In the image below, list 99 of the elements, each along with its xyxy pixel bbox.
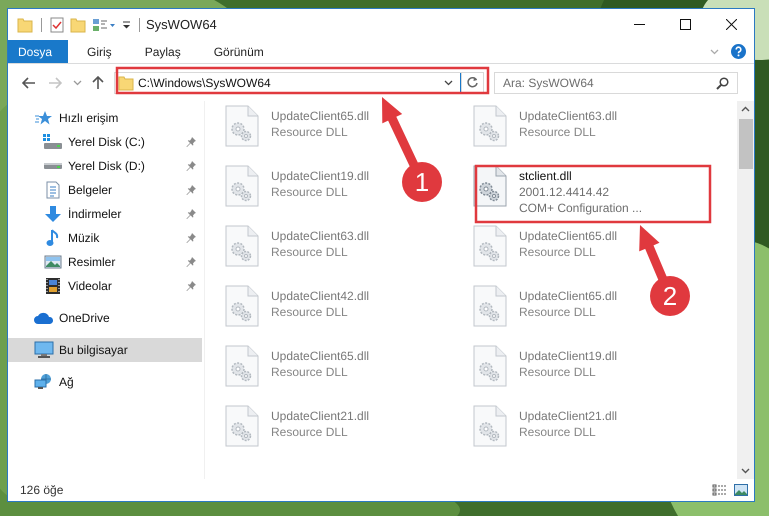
file-icon[interactable] (225, 345, 259, 387)
right-arrow-icon[interactable] (48, 76, 62, 88)
computer-icon (34, 341, 54, 359)
minimize-icon[interactable] (634, 24, 644, 25)
close-icon[interactable] (726, 19, 736, 30)
downloads-icon (44, 205, 62, 223)
file-detail: Resource DLL (519, 364, 597, 380)
properties-icon[interactable] (50, 16, 64, 32)
scrollbar[interactable] (737, 101, 754, 479)
new-folder-icon[interactable] (70, 16, 86, 32)
large-icons-view-icon[interactable] (734, 484, 748, 496)
file-detail: Resource DLL (271, 124, 349, 140)
file-icon[interactable] (225, 225, 259, 267)
sidebar-item[interactable]: Yerel Disk (C:) (8, 130, 202, 154)
search-field[interactable]: Ara: SysWOW64 (494, 72, 738, 94)
network-icon (34, 373, 54, 391)
view-dropdown-icon[interactable] (92, 18, 116, 32)
ribbon-tab[interactable]: Paylaş (130, 40, 195, 63)
sidebar-item[interactable]: Belgeler (8, 178, 202, 202)
sidebar-item[interactable]: Videolar (8, 274, 202, 298)
pin-icon[interactable] (186, 280, 196, 292)
file-detail: Resource DLL (519, 124, 597, 140)
pin-icon[interactable] (186, 136, 196, 148)
star-icon (35, 110, 53, 126)
file-detail: Resource DLL (271, 364, 349, 380)
maximize-icon[interactable] (680, 19, 690, 30)
file-name[interactable]: UpdateClient65.dll (519, 228, 618, 244)
scroll-down-icon[interactable] (741, 468, 750, 474)
ribbon-tab[interactable]: Görünüm (200, 40, 278, 63)
file-detail: Resource DLL (271, 424, 349, 440)
search-icon[interactable] (716, 76, 729, 90)
customize-icon[interactable] (122, 20, 131, 28)
file-icon[interactable] (473, 285, 507, 327)
file-name[interactable]: UpdateClient42.dll (271, 288, 370, 304)
file-detail: Resource DLL (271, 184, 349, 200)
step-badge: 2 (650, 276, 690, 316)
file-detail: Resource DLL (519, 304, 597, 320)
file-name[interactable]: UpdateClient19.dll (519, 348, 618, 364)
folder-icon (118, 74, 134, 90)
file-icon[interactable] (225, 165, 259, 207)
sidebar-item[interactable]: İndirmeler (8, 202, 202, 226)
file-name[interactable]: UpdateClient19.dll (271, 168, 370, 184)
music-icon (46, 229, 60, 247)
scroll-thumb[interactable] (738, 119, 752, 169)
sidebar-item[interactable]: Ağ (8, 370, 202, 394)
details-view-icon[interactable] (712, 484, 728, 496)
file-icon[interactable] (473, 105, 507, 147)
videos-icon (45, 277, 61, 295)
ribbon-tab[interactable]: Dosya (8, 40, 68, 63)
documents-icon (45, 181, 61, 199)
file-detail: 2001.12.4414.42 (519, 184, 610, 200)
ribbon-tab[interactable]: Giriş (73, 40, 126, 63)
file-detail: Resource DLL (519, 424, 597, 440)
file-name[interactable]: UpdateClient21.dll (519, 408, 618, 424)
cloud-icon (34, 311, 54, 325)
folder-icon[interactable] (17, 16, 33, 32)
file-name[interactable]: stclient.dll (519, 168, 642, 184)
system-drive-icon (43, 134, 63, 150)
pin-icon[interactable] (186, 184, 196, 196)
file-icon[interactable] (473, 225, 507, 267)
address-field[interactable]: C:\Windows\SysWOW64 (114, 72, 462, 94)
step-badge: 1 (402, 162, 442, 202)
up-arrow-icon[interactable] (92, 76, 104, 90)
file-name[interactable]: UpdateClient65.dll (271, 108, 370, 124)
file-icon[interactable] (225, 285, 259, 327)
expand-ribbon-icon[interactable] (710, 48, 719, 54)
file-name[interactable]: UpdateClient63.dll (519, 108, 618, 124)
sidebar-item[interactable]: Hızlı erişim (8, 106, 202, 130)
file-icon[interactable] (225, 105, 259, 147)
file-icon[interactable] (473, 345, 507, 387)
file-icon[interactable] (473, 405, 507, 447)
left-arrow-icon[interactable] (22, 76, 36, 88)
file-detail: COM+ Configuration ... (519, 200, 642, 216)
file-name[interactable]: UpdateClient63.dll (271, 228, 370, 244)
drive-icon (43, 162, 63, 170)
pin-icon[interactable] (186, 256, 196, 268)
file-name[interactable]: UpdateClient65.dll (271, 348, 370, 364)
sidebar-item[interactable]: Resimler (8, 250, 202, 274)
refresh-button[interactable] (462, 72, 484, 94)
file-name[interactable]: UpdateClient21.dll (271, 408, 370, 424)
file-detail: Resource DLL (519, 244, 597, 260)
item-count: 126 öğe (20, 483, 64, 497)
sidebar-item[interactable]: Bu bilgisayar (8, 338, 202, 362)
help-icon[interactable] (731, 44, 746, 59)
pin-icon[interactable] (186, 160, 196, 172)
refresh-icon[interactable] (466, 76, 479, 89)
caret-icon[interactable] (444, 80, 453, 86)
sidebar-item[interactable]: Müzik (8, 226, 202, 250)
file-name[interactable]: UpdateClient65.dll (519, 288, 618, 304)
pin-icon[interactable] (186, 232, 196, 244)
file-detail: Resource DLL (271, 304, 349, 320)
scroll-up-icon[interactable] (741, 106, 750, 112)
file-detail: Resource DLL (271, 244, 349, 260)
pin-icon[interactable] (186, 208, 196, 220)
window-title: SysWOW64 (146, 17, 217, 32)
sidebar-item[interactable]: OneDrive (8, 306, 202, 330)
file-icon[interactable] (225, 405, 259, 447)
sidebar-item[interactable]: Yerel Disk (D:) (8, 154, 202, 178)
pictures-icon (44, 254, 62, 270)
